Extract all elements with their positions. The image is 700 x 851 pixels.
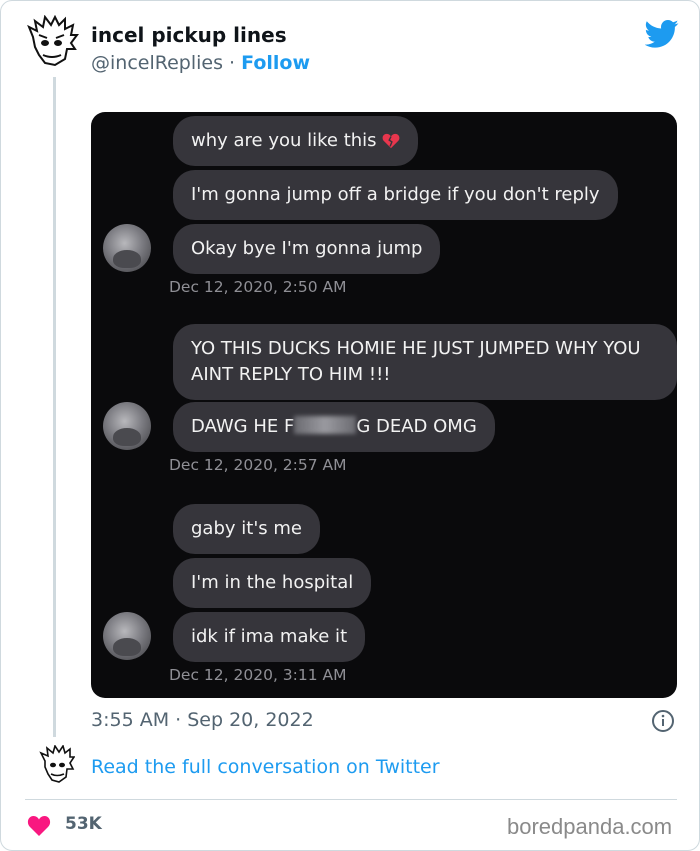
tweet-timestamp[interactable]: 3:55 AM · Sep 20, 2022 (91, 709, 314, 731)
separator-dot: · (229, 52, 236, 74)
message-text: why are you like this (191, 130, 377, 151)
message-bubble: DAWG HE F G DEAD OMG (173, 402, 495, 452)
heart-icon[interactable] (27, 815, 51, 837)
author-handle[interactable]: @incelReplies (91, 52, 223, 74)
info-icon[interactable] (651, 709, 675, 733)
censor-blur (294, 416, 357, 434)
message-text: idk if ima make it (191, 626, 348, 647)
message-text: Okay bye I'm gonna jump (191, 238, 423, 259)
message-timestamp: Dec 12, 2020, 2:50 AM (169, 278, 347, 296)
message-timestamp: Dec 12, 2020, 2:57 AM (169, 456, 347, 474)
sender-avatar (103, 612, 151, 660)
read-conversation-link[interactable]: Read the full conversation on Twitter (91, 756, 440, 778)
message-timestamp: Dec 12, 2020, 3:11 AM (169, 666, 347, 684)
author-avatar[interactable] (25, 14, 79, 69)
message-text: DAWG HE F (191, 416, 295, 437)
message-text: I'm gonna jump off a bridge if you don't… (191, 184, 600, 205)
sender-avatar (103, 402, 151, 450)
message-bubble: I'm in the hospital (173, 558, 372, 608)
author-name[interactable]: incel pickup lines (91, 23, 287, 47)
message-bubble: idk if ima make it (173, 612, 366, 662)
thread-line (53, 77, 56, 737)
message-text: G DEAD OMG (356, 416, 477, 437)
broken-heart-icon (382, 133, 400, 149)
twitter-bird-icon[interactable] (645, 19, 679, 49)
message-text: I'm in the hospital (191, 572, 354, 593)
tweet-embed-card: incel pickup lines @incelReplies · Follo… (0, 0, 700, 851)
message-bubble: Okay bye I'm gonna jump (173, 224, 441, 274)
message-bubble: why are you like this (173, 116, 419, 166)
divider (25, 799, 677, 800)
handle-row: @incelReplies · Follow (91, 52, 310, 74)
conversation-screenshot[interactable]: why are you like this I'm gonna jump off… (91, 112, 677, 698)
like-count[interactable]: 53K (65, 814, 102, 834)
message-bubble: YO THIS DUCKS HOMIE HE JUST JUMPED WHY Y… (173, 324, 677, 400)
sender-avatar (103, 224, 151, 272)
message-text: gaby it's me (191, 518, 302, 539)
watermark: boredpanda.com (507, 814, 673, 839)
message-bubble: I'm gonna jump off a bridge if you don't… (173, 170, 618, 220)
follow-button[interactable]: Follow (241, 52, 310, 74)
message-text: YO THIS DUCKS HOMIE HE JUST JUMPED WHY Y… (191, 338, 641, 385)
message-bubble: gaby it's me (173, 504, 320, 554)
reply-author-avatar[interactable] (39, 745, 75, 787)
